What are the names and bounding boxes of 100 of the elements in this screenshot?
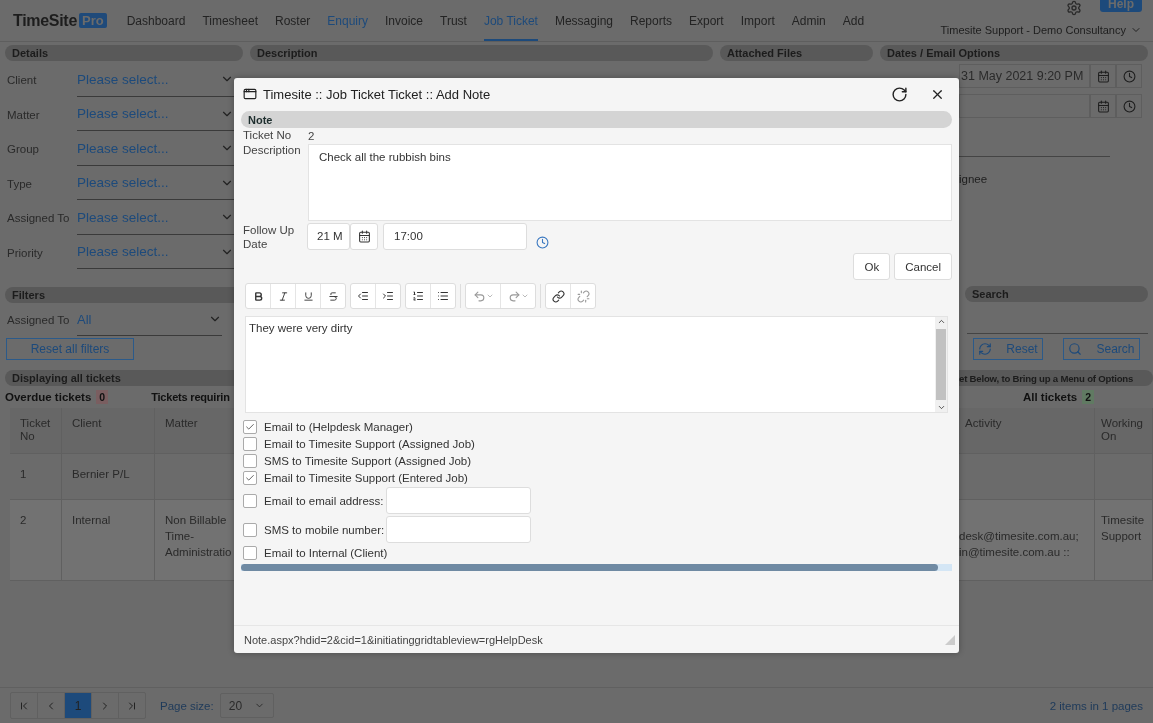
table-cell-text: Non Billable Time-Administratio xyxy=(165,513,233,561)
nav-tab[interactable]: Messaging xyxy=(554,0,613,41)
time-field[interactable]: 17:00 xyxy=(383,222,527,250)
field-label: Follow Up Date xyxy=(243,223,296,252)
resize-grip-icon xyxy=(945,634,955,645)
nav-tab[interactable]: Dashboard xyxy=(126,0,186,41)
nav-tab[interactable]: Import xyxy=(740,0,775,41)
strikethrough-icon xyxy=(327,290,339,302)
field-label: ignee xyxy=(959,173,989,185)
date-field[interactable] xyxy=(959,94,1090,118)
page-size-select[interactable]: 20 xyxy=(219,693,274,718)
checkbox[interactable] xyxy=(243,470,257,485)
option-label: Email to (Helpdesk Manager) xyxy=(264,420,413,433)
option-label: Email to Internal (Client) xyxy=(264,546,388,559)
bold-icon xyxy=(252,290,264,302)
count-badge: 0 xyxy=(96,390,109,404)
nav-tab[interactable]: Export xyxy=(689,0,724,41)
first-page-icon xyxy=(18,699,30,712)
section-header: Attached Files xyxy=(720,45,873,61)
nav-tab[interactable]: Invoice xyxy=(385,0,424,41)
link-icon xyxy=(551,289,565,303)
nav-tab[interactable]: Timesheet xyxy=(202,0,258,41)
calendar-icon xyxy=(357,229,371,243)
clock-icon[interactable] xyxy=(536,235,549,249)
option-label: Email to Timesite Support (Assigned Job) xyxy=(264,437,475,450)
date-field[interactable]: 21 M xyxy=(307,222,350,250)
nav-tab[interactable]: Enquiry xyxy=(327,0,368,41)
input-field[interactable] xyxy=(385,487,531,515)
page-url: Note.aspx?hdid=2&cid=1&initiatinggridtableview=rgHelpDesk xyxy=(244,633,543,646)
search-icon xyxy=(1068,342,1083,356)
settings-icon[interactable] xyxy=(1066,0,1082,16)
ok-button[interactable]: Ok xyxy=(853,253,891,281)
select-field[interactable]: All xyxy=(77,303,222,336)
option-label: SMS to Timesite Support (Assigned Job) xyxy=(264,454,472,467)
page-button[interactable]: 1 xyxy=(65,693,92,718)
scrollbar-thumb[interactable] xyxy=(936,329,946,401)
clock-button[interactable] xyxy=(1116,64,1142,88)
section-header: Note xyxy=(241,111,952,128)
table-cell-text: in@timesite.com.au :: xyxy=(959,545,1071,561)
last-page-icon xyxy=(126,699,138,712)
nav-tab[interactable]: Trust xyxy=(440,0,467,41)
indent-icon xyxy=(382,290,394,303)
checkbox[interactable] xyxy=(243,545,257,560)
reset-button[interactable]: Reset xyxy=(973,338,1043,360)
clock-button[interactable] xyxy=(1116,94,1142,118)
bullet-list-icon xyxy=(437,290,449,303)
help-button[interactable]: Help xyxy=(1100,0,1142,12)
window-icon xyxy=(243,87,257,101)
section-header: Dates / Email Options xyxy=(880,45,1148,61)
dialog-title: Timesite :: Job Ticket Ticket :: Add Note xyxy=(263,86,492,102)
refresh-icon[interactable] xyxy=(891,85,908,103)
count-badge: 2 xyxy=(1082,390,1095,404)
checkbox[interactable] xyxy=(243,436,257,451)
logo: TimeSite xyxy=(13,11,77,30)
redo-icon xyxy=(507,289,521,303)
column-header: Client xyxy=(62,408,155,453)
counter-label: All tickets xyxy=(1022,391,1078,403)
input-field[interactable] xyxy=(386,516,532,544)
calendar-icon xyxy=(1096,99,1110,113)
reset-filters-button[interactable]: Reset all filters xyxy=(6,338,134,360)
nav-tab[interactable]: Reports xyxy=(630,0,672,41)
table-cell-text: Internal xyxy=(72,513,112,528)
field-label: Group xyxy=(6,143,40,156)
description-field[interactable]: Check all the rubbish bins xyxy=(308,143,952,221)
field-label: Type xyxy=(6,177,33,190)
field-label: Assigned To xyxy=(6,212,71,225)
ticket-number: 2 xyxy=(308,129,315,142)
option-label: SMS to mobile number: xyxy=(264,523,385,536)
date-field[interactable]: 31 May 2021 9:20 PM xyxy=(959,64,1090,88)
underline-icon xyxy=(302,290,314,302)
nav-tab[interactable]: Add xyxy=(842,0,865,41)
refresh-icon xyxy=(978,342,993,356)
checkbox[interactable] xyxy=(243,493,257,508)
field-label: Priority xyxy=(6,246,44,259)
checkbox[interactable] xyxy=(243,522,257,537)
field-label: Assigned To xyxy=(6,314,71,326)
search-button[interactable]: Search xyxy=(1063,338,1140,360)
user-menu[interactable]: Timesite Support - Demo Consultancy xyxy=(940,24,1126,36)
numbered-list-icon xyxy=(412,290,424,303)
italic-icon xyxy=(277,290,289,302)
section-header: Search xyxy=(965,286,1148,302)
checkbox[interactable] xyxy=(243,453,257,468)
checkbox[interactable] xyxy=(243,419,257,434)
nav-tab[interactable]: Job Ticket xyxy=(483,0,538,41)
table-cell-text: Bernier P/L xyxy=(72,467,131,482)
table-cell-text: 2 xyxy=(20,513,28,528)
section-header: et Below, to Bring up a Menu of Options xyxy=(959,370,1153,386)
section-header: Details xyxy=(5,45,243,61)
cancel-button[interactable]: Cancel xyxy=(894,253,952,281)
nav-tab[interactable]: Roster xyxy=(274,0,311,41)
clock-icon xyxy=(1122,99,1136,113)
option-label: Email to email address: xyxy=(264,494,384,507)
column-header: Ticket No xyxy=(10,408,62,453)
nav-tab[interactable]: Admin xyxy=(791,0,826,41)
counter-label: Tickets requirin xyxy=(151,391,230,403)
select-field[interactable]: Please select... xyxy=(77,63,234,97)
note-editor[interactable]: They were very dirty xyxy=(245,316,948,414)
section-header: Description xyxy=(250,45,713,61)
section-header: Displaying all tickets xyxy=(5,370,234,386)
counter-label: Overdue tickets xyxy=(5,391,92,403)
